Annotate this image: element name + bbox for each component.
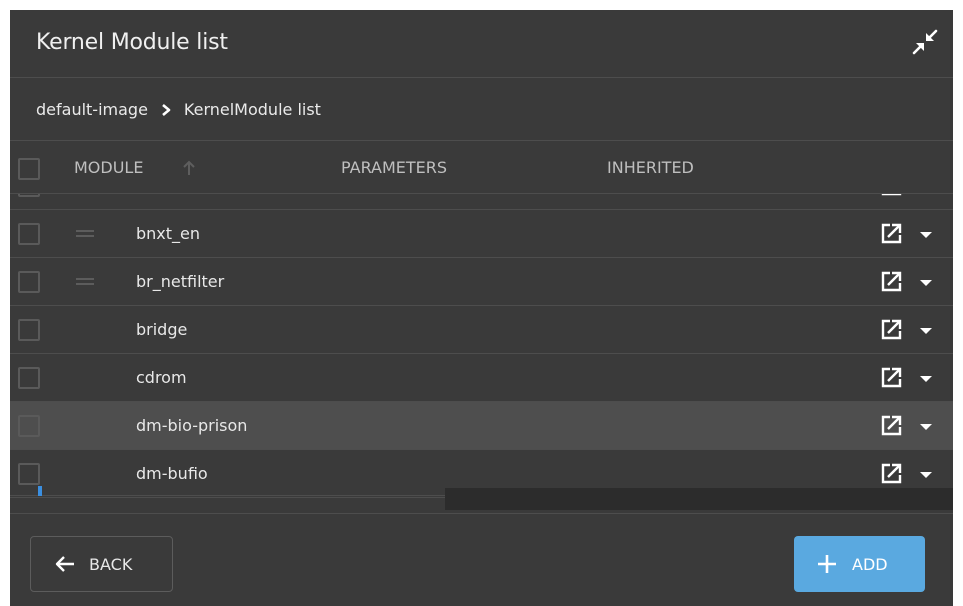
row-checkbox[interactable] <box>18 194 40 197</box>
drag-handle-icon[interactable] <box>76 230 94 238</box>
collapse-arrows-icon[interactable] <box>909 26 941 58</box>
table-row[interactable]: bridge <box>10 306 953 354</box>
vertical-scroll-indicator[interactable] <box>38 486 42 496</box>
add-button[interactable]: ADD <box>794 536 925 592</box>
column-header-parameters[interactable]: PARAMETERS <box>341 158 447 177</box>
open-external-icon[interactable] <box>878 365 904 391</box>
arrow-left-icon <box>53 552 77 576</box>
table-row[interactable]: bnx2x <box>10 194 953 210</box>
chevron-right-icon <box>160 103 172 117</box>
caret-down-icon[interactable] <box>916 416 936 436</box>
module-table: MODULE PARAMETERS INHERITED bnx2x bnxt_en… <box>10 142 953 514</box>
table-row[interactable]: dm-bio-prison <box>10 402 953 450</box>
caret-down-icon[interactable] <box>916 464 936 484</box>
back-button[interactable]: BACK <box>30 536 173 592</box>
caret-down-icon[interactable] <box>916 320 936 340</box>
caret-down-icon[interactable] <box>916 272 936 292</box>
back-button-label: BACK <box>89 554 133 574</box>
breadcrumb-default-image[interactable]: default-image <box>36 100 148 119</box>
row-checkbox[interactable] <box>18 271 40 293</box>
module-name: bnx2x <box>136 194 185 195</box>
module-name: bridge <box>136 320 188 339</box>
add-button-label: ADD <box>852 554 888 574</box>
caret-down-icon[interactable] <box>916 224 936 244</box>
table-row[interactable]: bnxt_en <box>10 210 953 258</box>
open-external-icon[interactable] <box>878 317 904 343</box>
breadcrumb: default-image KernelModule list <box>10 79 953 141</box>
open-external-icon[interactable] <box>878 269 904 295</box>
kernel-module-dialog: Kernel Module list default-image KernelM… <box>10 10 953 606</box>
column-header-inherited[interactable]: INHERITED <box>607 158 694 177</box>
column-header-module[interactable]: MODULE <box>74 158 143 177</box>
arrow-up-icon[interactable] <box>182 160 196 176</box>
table-row[interactable]: cdrom <box>10 354 953 402</box>
row-checkbox[interactable] <box>18 367 40 389</box>
open-external-icon[interactable] <box>878 461 904 487</box>
module-name: cdrom <box>136 368 187 387</box>
module-name: dm-bufio <box>136 464 208 483</box>
select-all-checkbox[interactable] <box>18 158 40 180</box>
table-body[interactable]: bnx2x bnxt_en br_netfilterbridge cdrom dm-bi… <box>10 194 953 514</box>
plus-icon <box>816 553 838 575</box>
table-row[interactable]: br_netfilter <box>10 258 953 306</box>
module-name: br_netfilter <box>136 272 225 291</box>
open-external-icon[interactable] <box>878 194 904 199</box>
breadcrumb-current: KernelModule list <box>183 100 321 119</box>
table-header: MODULE PARAMETERS INHERITED <box>10 142 953 194</box>
module-name: dm-bio-prison <box>136 416 248 435</box>
caret-down-icon[interactable] <box>916 194 936 196</box>
footer-divider <box>10 513 953 514</box>
module-name: bnxt_en <box>136 224 201 243</box>
row-checkbox[interactable] <box>18 223 40 245</box>
dialog-title: Kernel Module list <box>36 30 228 55</box>
drag-handle-icon[interactable] <box>76 278 94 286</box>
row-checkbox[interactable] <box>18 415 40 437</box>
row-checkbox[interactable] <box>18 319 40 341</box>
caret-down-icon[interactable] <box>916 368 936 388</box>
horizontal-scrollbar-thumb[interactable] <box>445 488 953 510</box>
table-rows: bnx2x bnxt_en br_netfilterbridge cdrom dm-bi… <box>10 194 953 498</box>
open-external-icon[interactable] <box>878 221 904 247</box>
open-external-icon[interactable] <box>878 413 904 439</box>
row-checkbox[interactable] <box>18 463 40 485</box>
dialog-titlebar: Kernel Module list <box>10 10 953 78</box>
